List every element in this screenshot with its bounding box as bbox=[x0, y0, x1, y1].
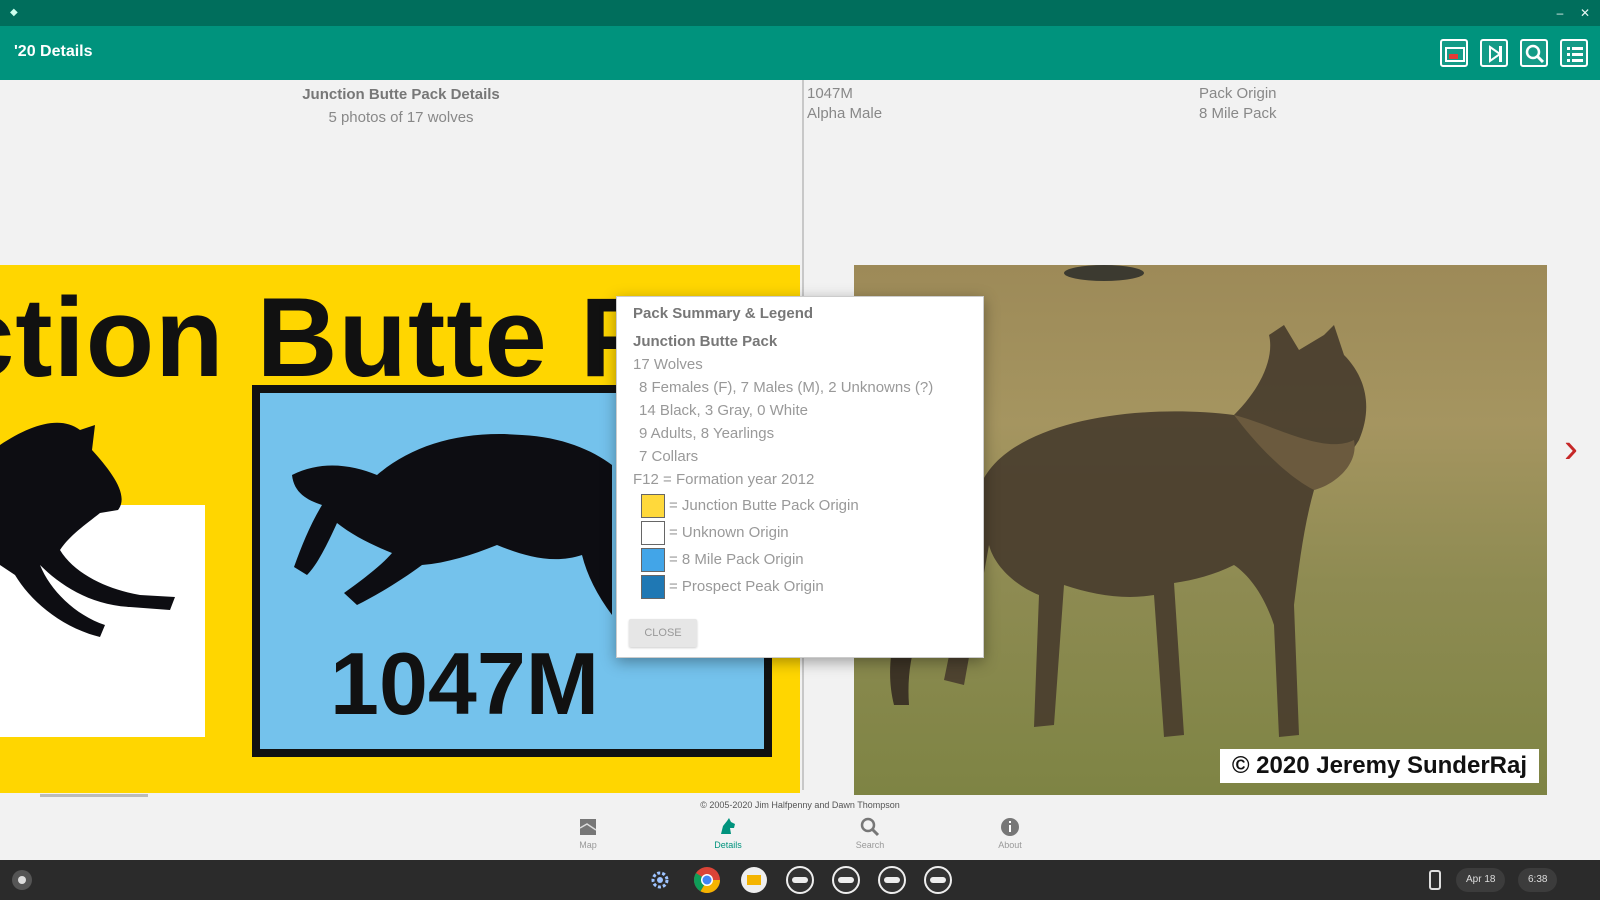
app-wolf-icon[interactable] bbox=[832, 866, 860, 894]
nav-search[interactable]: Search bbox=[840, 816, 900, 850]
legend-label-unknown: = Unknown Origin bbox=[669, 524, 789, 541]
nav-details-label: Details bbox=[714, 840, 742, 850]
legend-swatch-unknown bbox=[641, 521, 665, 545]
wolf-silhouette-icon bbox=[292, 434, 612, 615]
info-icon bbox=[1001, 818, 1019, 836]
dialog-collar-count: 7 Collars bbox=[639, 448, 699, 465]
wolf-id-label: 1047M bbox=[330, 634, 600, 733]
gallery-button[interactable] bbox=[1440, 39, 1468, 67]
legend-swatch-prospect-peak bbox=[641, 575, 665, 599]
wolf-id-text: 1047M bbox=[807, 85, 853, 102]
nav-details[interactable]: Details bbox=[698, 816, 758, 850]
gallery-icon bbox=[1445, 47, 1465, 62]
app-window: ◆ – ✕ '20 Details Junction Butte Pack De… bbox=[0, 0, 1600, 900]
dialog-total-wolves: 17 Wolves bbox=[633, 356, 703, 373]
pack-details-title: Junction Butte Pack Details bbox=[302, 86, 500, 103]
app-bar: '20 Details bbox=[0, 26, 1600, 80]
zoom-button[interactable] bbox=[1520, 39, 1548, 67]
list-icon bbox=[1567, 47, 1583, 62]
nav-about-label: About bbox=[998, 840, 1022, 850]
pack-origin-value: 8 Mile Pack bbox=[1199, 105, 1277, 122]
pack-summary-dialog: Pack Summary & Legend Junction Butte Pac… bbox=[616, 296, 984, 658]
wolf-role-text: Alpha Male bbox=[807, 105, 883, 122]
os-shelf: Apr 18 6:38 bbox=[0, 860, 1600, 900]
dialog-close-button[interactable]: CLOSE bbox=[629, 619, 697, 647]
nav-about[interactable]: About bbox=[980, 816, 1040, 850]
photo-credit: © 2020 Jeremy SunderRaj bbox=[1219, 749, 1539, 783]
page-title: '20 Details bbox=[14, 43, 93, 60]
app-wolf-icon[interactable] bbox=[786, 866, 814, 894]
date-tray[interactable]: Apr 18 bbox=[1456, 868, 1506, 892]
copyright-footer: © 2005-2020 Jim Halfpenny and Dawn Thomp… bbox=[700, 800, 900, 810]
pack-photo-count: 5 photos of 17 wolves bbox=[328, 109, 474, 126]
dialog-title: Pack Summary & Legend bbox=[633, 305, 814, 322]
phone-hub-icon[interactable] bbox=[1428, 870, 1442, 890]
chrome-icon[interactable] bbox=[693, 866, 721, 894]
wolf-icon bbox=[721, 818, 735, 834]
pack-origin-header: Pack Origin 8 Mile Pack bbox=[1199, 84, 1277, 124]
pack-name-banner: ction Butte P bbox=[0, 275, 656, 400]
launcher-icon[interactable] bbox=[12, 870, 32, 890]
slideshow-button[interactable] bbox=[1480, 39, 1508, 67]
dialog-color-breakdown: 14 Black, 3 Gray, 0 White bbox=[639, 402, 808, 419]
window-menu-icon[interactable]: ◆ bbox=[10, 8, 19, 18]
nav-search-label: Search bbox=[855, 840, 885, 850]
horizontal-scrollbar[interactable] bbox=[40, 794, 148, 797]
close-window-button[interactable]: ✕ bbox=[1576, 4, 1594, 22]
next-photo-button[interactable]: › bbox=[1564, 424, 1578, 472]
dialog-age-breakdown: 9 Adults, 8 Yearlings bbox=[639, 425, 775, 442]
search-icon bbox=[860, 817, 880, 837]
wolf-silhouette-icon bbox=[0, 422, 175, 637]
settings-icon[interactable] bbox=[650, 870, 670, 890]
dialog-formation-year: F12 = Formation year 2012 bbox=[633, 471, 815, 488]
window-titlebar: ◆ – ✕ bbox=[0, 0, 1600, 26]
play-icon bbox=[1489, 45, 1502, 63]
wolf-id-header: 1047M Alpha Male bbox=[807, 84, 882, 124]
legend-label-8-mile: = 8 Mile Pack Origin bbox=[669, 551, 804, 568]
dialog-pack-name: Junction Butte Pack bbox=[633, 333, 778, 350]
legend-swatch-8-mile bbox=[641, 548, 665, 572]
files-icon[interactable] bbox=[740, 866, 768, 894]
time-tray[interactable]: 6:38 bbox=[1518, 868, 1558, 892]
map-icon bbox=[579, 819, 597, 835]
minimize-button[interactable]: – bbox=[1551, 4, 1569, 22]
list-button[interactable] bbox=[1560, 39, 1588, 67]
legend-swatch-junction-butte bbox=[641, 494, 665, 518]
app-wolf-icon[interactable] bbox=[924, 866, 952, 894]
legend-label-junction-butte: = Junction Butte Pack Origin bbox=[669, 497, 859, 514]
legend-label-prospect-peak: = Prospect Peak Origin bbox=[669, 578, 824, 595]
nav-map[interactable]: Map bbox=[558, 816, 618, 850]
dialog-sex-breakdown: 8 Females (F), 7 Males (M), 2 Unknowns (… bbox=[639, 379, 934, 396]
magnifier-icon bbox=[1525, 44, 1545, 64]
app-wolf-icon[interactable] bbox=[878, 866, 906, 894]
nav-map-label: Map bbox=[579, 840, 597, 850]
pack-origin-label: Pack Origin bbox=[1199, 85, 1277, 102]
bottom-navigation: Map Details Search About bbox=[0, 812, 1600, 860]
